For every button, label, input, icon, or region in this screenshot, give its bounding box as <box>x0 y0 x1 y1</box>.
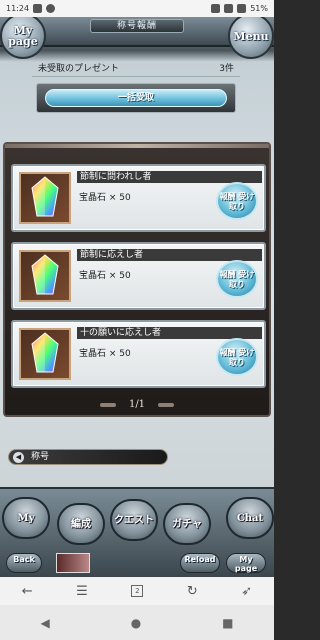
tabs-icon[interactable]: 2 <box>131 585 144 597</box>
nav-gacha[interactable]: ガチャ <box>163 503 211 545</box>
my-page-button[interactable]: My page <box>0 17 46 59</box>
status-time: 11:24 <box>6 4 30 13</box>
bottom-nav: My page 編成 クエスト ガチャ Chat Back Reload My … <box>0 487 274 577</box>
crystal-thumbnail <box>19 172 71 224</box>
bulk-receive-wrap: 一括受取 <box>36 83 236 113</box>
browser-toolbar: ← ☰ 2 ↻ ➶ <box>0 577 274 605</box>
crystal-icon <box>31 254 59 295</box>
nav-chat-label: Chat <box>236 513 264 524</box>
chevron-left-icon: ◀ <box>13 452 24 463</box>
prev-page-arrow[interactable] <box>99 402 116 407</box>
present-header: 未受取のプレゼント 3件 <box>32 59 240 77</box>
reload-label: Reload <box>184 555 216 564</box>
page-indicator: 1/1 <box>128 399 146 410</box>
back-label: Back <box>13 555 35 564</box>
next-page-arrow[interactable] <box>158 402 175 407</box>
present-count: 3件 <box>219 64 234 74</box>
battery-level: 51% <box>250 4 268 13</box>
nav-quest-label: クエスト <box>114 515 154 526</box>
reward-card: 節制に問われし者 宝晶石 × 50 報酬 受け取り <box>11 164 266 232</box>
my-page-label: My page <box>8 24 38 48</box>
receive-reward-button[interactable]: 報酬 受け取り <box>216 338 258 376</box>
game-screen: 称号報酬 My page Menu 未受取のプレゼント 3件 一括受取 節制に問… <box>0 17 274 577</box>
battery-icon <box>237 4 247 13</box>
crystal-icon <box>31 332 59 373</box>
shield-icon <box>46 4 56 13</box>
reward-card: 十の願いに応えし者 宝晶石 × 50 報酬 受け取り <box>11 320 266 388</box>
signal-icon <box>224 4 234 13</box>
refresh-icon[interactable]: ↻ <box>187 584 198 599</box>
nav-gacha-label: ガチャ <box>172 519 202 530</box>
nav-chat[interactable]: Chat <box>226 497 274 539</box>
my-page-small-button[interactable]: My page <box>226 553 266 573</box>
nav-my-page[interactable]: My page <box>2 497 50 564</box>
crystal-thumbnail <box>19 328 71 380</box>
vibrate-icon <box>211 4 221 13</box>
receive-reward-button[interactable]: 報酬 受け取り <box>216 182 258 220</box>
title-section-label: 称号 <box>31 452 50 462</box>
notification-icon <box>33 4 43 13</box>
crystal-thumbnail <box>19 250 71 302</box>
nav-quest[interactable]: クエスト <box>110 499 158 541</box>
reward-card: 節制に応えし者 宝晶石 × 50 報酬 受け取り <box>11 242 266 310</box>
title-section-toggle[interactable]: ◀ 称号 <box>8 449 168 465</box>
status-bar: 11:24 51% <box>0 0 274 17</box>
reward-list: 節制に問われし者 宝晶石 × 50 報酬 受け取り 節制に応えし者 宝晶石 × … <box>3 142 271 417</box>
present-label: 未受取のプレゼント <box>38 64 120 74</box>
bulk-receive-button[interactable]: 一括受取 <box>45 89 227 107</box>
menu-lines-icon[interactable]: ☰ <box>76 584 88 599</box>
reward-item: 宝晶石 × 50 <box>79 349 131 359</box>
present-box: 未受取のプレゼント 3件 一括受取 <box>32 59 240 139</box>
circle-home-icon[interactable]: ● <box>131 616 141 630</box>
reload-button[interactable]: Reload <box>180 553 220 573</box>
system-nav-bar: ◀ ● ■ <box>0 605 274 640</box>
reward-item: 宝晶石 × 50 <box>79 193 131 203</box>
back-button[interactable]: Back <box>6 553 42 573</box>
page-title: 称号報酬 <box>90 19 184 33</box>
square-recent-icon[interactable]: ■ <box>222 616 233 630</box>
menu-label: Menu <box>233 29 269 43</box>
nav-party[interactable]: 編成 <box>57 503 105 545</box>
back-arrow-icon[interactable]: ← <box>22 584 33 599</box>
nav-party-label: 編成 <box>71 519 91 530</box>
rocket-icon[interactable]: ➶ <box>241 584 252 599</box>
pager: 1/1 <box>5 399 269 410</box>
receive-reward-button[interactable]: 報酬 受け取り <box>216 260 258 298</box>
triangle-back-icon[interactable]: ◀ <box>40 616 49 630</box>
menu-button[interactable]: Menu <box>228 17 274 59</box>
support-thumbnail[interactable] <box>56 553 90 573</box>
reward-item: 宝晶石 × 50 <box>79 271 131 281</box>
my-page-small-label: My page <box>234 555 258 573</box>
crystal-icon <box>31 176 59 217</box>
